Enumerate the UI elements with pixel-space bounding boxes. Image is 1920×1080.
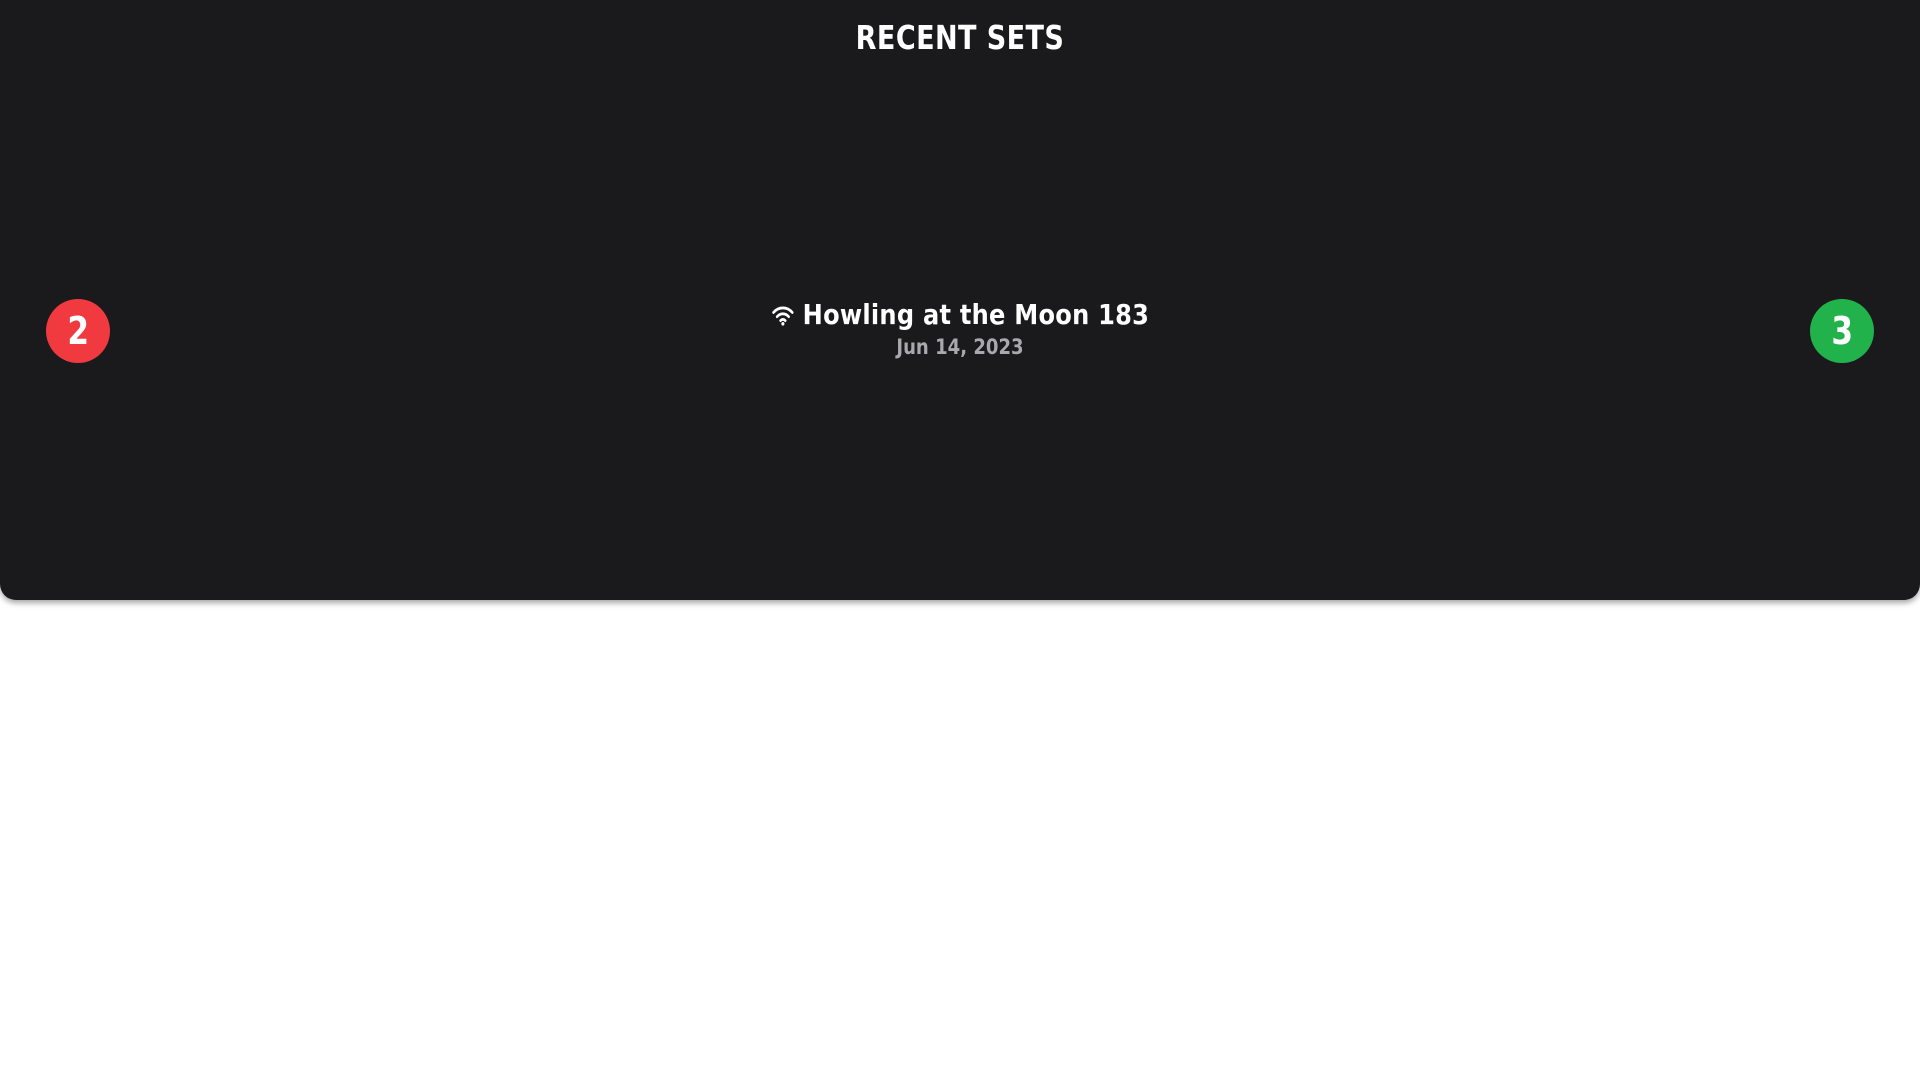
wifi-icon [771,306,794,326]
panel-title: RECENT SETS [855,18,1065,57]
next-set-label: 3 [1831,309,1853,353]
recent-sets-panel: RECENT SETS 2 Howling at the Moon 183 Ju… [0,0,1920,600]
set-title: Howling at the Moon 183 [802,298,1149,331]
current-set-card[interactable]: Howling at the Moon 183 Jun 14, 2023 [0,298,1920,359]
next-set-button[interactable]: 3 [1810,299,1874,363]
set-title-row: Howling at the Moon 183 [771,298,1148,331]
set-date: Jun 14, 2023 [896,335,1024,359]
